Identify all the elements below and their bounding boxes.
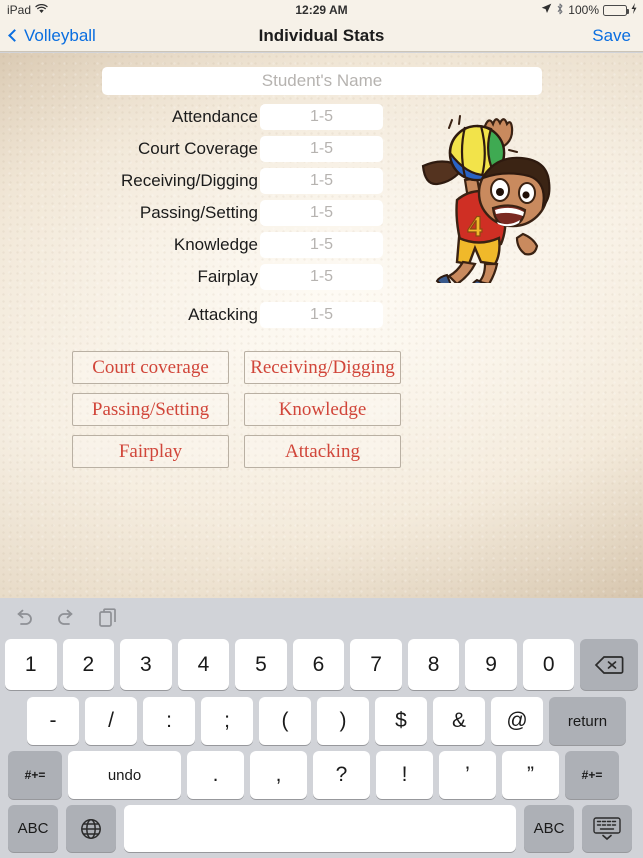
rating-label: Attendance <box>171 107 258 126</box>
rating-row-attendance: Attendance 1-5 <box>0 101 643 133</box>
content-area: Student's Name Attendance 1-5 Court Cove… <box>0 53 643 598</box>
key-exclamation[interactable]: ! <box>376 751 433 799</box>
symbols-toggle-left-key[interactable]: #+= <box>8 751 62 799</box>
key-3[interactable]: 3 <box>120 639 172 690</box>
key-9[interactable]: 9 <box>465 639 517 690</box>
key-dollar[interactable]: $ <box>375 697 427 745</box>
return-key[interactable]: return <box>549 697 626 745</box>
key-ampersand[interactable]: & <box>433 697 485 745</box>
rating-input-attacking[interactable]: 1-5 <box>260 302 383 328</box>
key-0[interactable]: 0 <box>522 639 575 690</box>
status-bar: iPad 12:29 AM 100% <box>0 0 643 20</box>
key-7[interactable]: 7 <box>350 639 402 690</box>
space-key[interactable] <box>124 805 516 852</box>
keyboard-row-bottom: ABC ABC <box>0 805 643 852</box>
dismiss-keyboard-icon[interactable] <box>582 805 632 852</box>
charging-bolt-icon <box>631 3 637 17</box>
rating-label: Fairplay <box>197 267 258 286</box>
symbols-toggle-right-key[interactable]: #+= <box>565 751 619 799</box>
globe-icon[interactable] <box>66 805 116 852</box>
category-button-knowledge[interactable]: Knowledge <box>244 393 401 426</box>
key-paren-open[interactable]: ( <box>259 697 311 745</box>
keyboard-row-punctuation: #+= undo . , ? ! ’ ” #+= <box>0 751 643 799</box>
category-button-attacking[interactable]: Attacking <box>244 435 401 468</box>
abc-right-key[interactable]: ABC <box>524 805 574 852</box>
key-apostrophe[interactable]: ’ <box>439 751 496 799</box>
student-name-input[interactable]: Student's Name <box>102 67 542 95</box>
keyboard-toolbar <box>0 598 643 638</box>
category-button-fairplay[interactable]: Fairplay <box>72 435 229 468</box>
on-screen-keyboard: 1 2 3 4 5 6 7 8 9 0 - / : ; ( ) $ & @ re… <box>0 598 643 858</box>
key-quote[interactable]: ” <box>502 751 559 799</box>
status-bar-right: 100% <box>541 3 637 18</box>
backspace-key[interactable] <box>580 639 638 690</box>
location-arrow-icon <box>541 3 552 17</box>
category-button-court-coverage[interactable]: Court coverage <box>72 351 229 384</box>
rating-label: Knowledge <box>173 235 258 254</box>
rating-input-court-coverage[interactable]: 1-5 <box>260 136 383 162</box>
undo-icon[interactable] <box>12 606 36 630</box>
rating-row-receiving-digging: Receiving/Digging 1-5 <box>0 165 643 197</box>
rating-row-attacking: Attacking 1-5 <box>0 299 643 331</box>
key-comma[interactable]: , <box>250 751 307 799</box>
key-8[interactable]: 8 <box>407 639 460 690</box>
keyboard-row-symbols: - / : ; ( ) $ & @ return <box>0 697 643 745</box>
key-at[interactable]: @ <box>491 697 543 745</box>
key-colon[interactable]: : <box>143 697 195 745</box>
navigation-bar: Volleyball Individual Stats Save <box>0 20 643 52</box>
rating-label: Court Coverage <box>137 139 258 158</box>
key-hyphen[interactable]: - <box>27 697 79 745</box>
rating-row-knowledge: Knowledge 1-5 <box>0 229 643 261</box>
battery-percent: 100% <box>568 3 599 17</box>
rating-rows-list: Attendance 1-5 Court Coverage 1-5 Receiv… <box>0 101 643 331</box>
key-1[interactable]: 1 <box>5 639 57 690</box>
rating-input-attendance[interactable]: 1-5 <box>260 104 383 130</box>
save-button[interactable]: Save <box>592 26 631 46</box>
rating-row-court-coverage: Court Coverage 1-5 <box>0 133 643 165</box>
key-question[interactable]: ? <box>313 751 370 799</box>
paste-icon[interactable] <box>96 606 120 630</box>
key-paren-close[interactable]: ) <box>317 697 369 745</box>
rating-label: Attacking <box>188 305 258 324</box>
category-button-receiving-digging[interactable]: Receiving/Digging <box>244 351 401 384</box>
rating-row-passing-setting: Passing/Setting 1-5 <box>0 197 643 229</box>
rating-input-passing-setting[interactable]: 1-5 <box>260 200 383 226</box>
key-slash[interactable]: / <box>85 697 137 745</box>
redo-icon[interactable] <box>54 606 78 630</box>
key-5[interactable]: 5 <box>235 639 287 690</box>
rating-label: Receiving/Digging <box>120 171 258 190</box>
page-title: Individual Stats <box>258 25 385 45</box>
rating-input-knowledge[interactable]: 1-5 <box>260 232 383 258</box>
rating-label: Passing/Setting <box>139 203 258 222</box>
abc-left-key[interactable]: ABC <box>8 805 58 852</box>
category-button-passing-setting[interactable]: Passing/Setting <box>72 393 229 426</box>
key-semicolon[interactable]: ; <box>201 697 253 745</box>
rating-row-fairplay: Fairplay 1-5 <box>0 261 643 293</box>
rating-input-receiving-digging[interactable]: 1-5 <box>260 168 383 194</box>
category-buttons-group: Court coverage Receiving/Digging Passing… <box>72 351 572 468</box>
keyboard-row-numbers: 1 2 3 4 5 6 7 8 9 0 <box>0 639 643 690</box>
key-4[interactable]: 4 <box>177 639 230 690</box>
undo-key[interactable]: undo <box>68 751 181 799</box>
bluetooth-icon <box>556 3 564 18</box>
key-6[interactable]: 6 <box>292 639 345 690</box>
key-2[interactable]: 2 <box>62 639 115 690</box>
key-period[interactable]: . <box>187 751 244 799</box>
rating-input-fairplay[interactable]: 1-5 <box>260 264 383 290</box>
student-name-placeholder: Student's Name <box>261 71 383 90</box>
battery-icon <box>603 4 629 16</box>
